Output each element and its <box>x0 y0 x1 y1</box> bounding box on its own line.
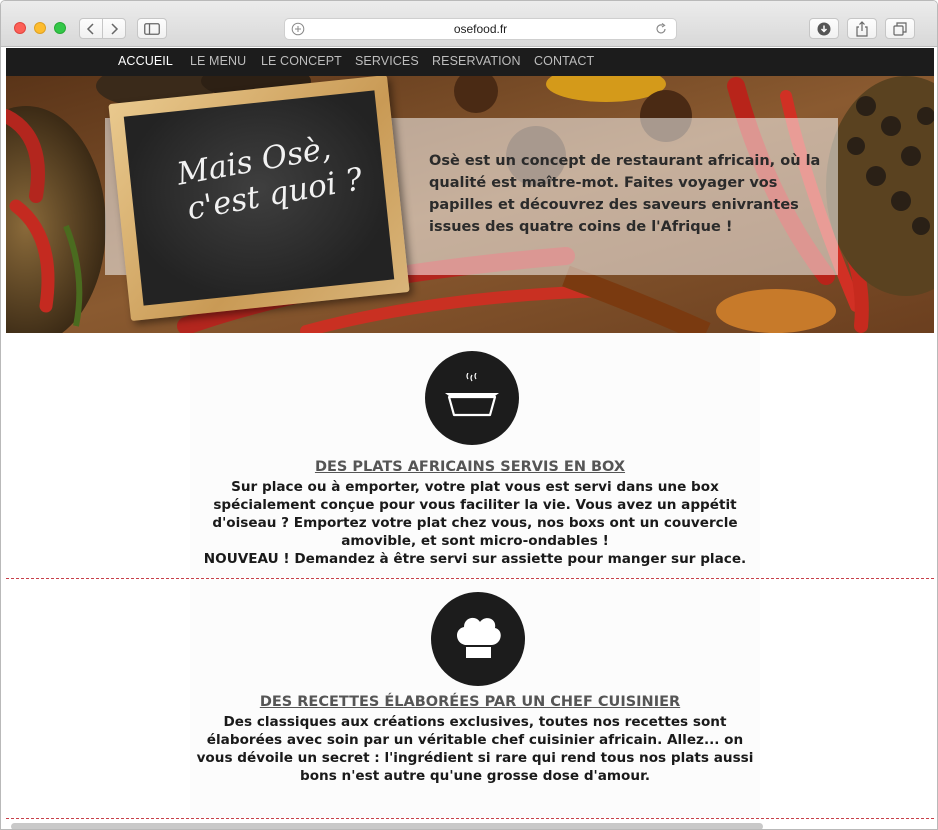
address-bar[interactable]: osefood.fr <box>284 18 677 40</box>
chef-hat-icon <box>431 592 525 686</box>
horizontal-scrollbar[interactable] <box>11 823 763 829</box>
back-button[interactable] <box>79 18 103 39</box>
nav-item-accueil[interactable]: ACCUEIL <box>118 54 173 68</box>
section-note: NOUVEAU ! Demandez à être servi sur assi… <box>203 551 747 567</box>
reload-icon[interactable] <box>654 22 668 36</box>
sidebar-toggle-button[interactable] <box>137 18 167 39</box>
browser-window: osefood.fr ACCUEIL LE MENU LE CONCEPT SE… <box>0 0 938 830</box>
minimize-window-button[interactable] <box>34 22 46 34</box>
nav-item-services[interactable]: SERVICES <box>355 54 419 68</box>
chalkboard-image: Mais Osè, c'est quoi ? <box>108 76 410 322</box>
feature-section-box: DES PLATS AFRICAINS SERVIS EN BOX Sur pl… <box>6 333 934 579</box>
share-button[interactable] <box>847 18 877 39</box>
downloads-button[interactable] <box>809 18 839 39</box>
section-body: Sur place ou à emporter, votre plat vous… <box>190 478 760 568</box>
section-body: Des classiques aux créations exclusives,… <box>190 713 760 785</box>
hero-description: Osè est un concept de restaurant africai… <box>429 153 821 235</box>
browser-toolbar: osefood.fr <box>1 1 937 47</box>
section-paragraph: Des classiques aux créations exclusives,… <box>196 714 754 784</box>
nav-item-contact[interactable]: CONTACT <box>534 54 594 68</box>
show-tabs-button[interactable] <box>885 18 915 39</box>
hero-banner: Mais Osè, c'est quoi ? Osè est un concep… <box>6 76 934 333</box>
sidebar-icon <box>144 22 160 35</box>
nav-item-reservation[interactable]: RESERVATION <box>432 54 521 68</box>
url-text: osefood.fr <box>453 22 508 36</box>
forward-button[interactable] <box>102 18 126 39</box>
share-icon <box>856 20 868 37</box>
site-navigation: ACCUEIL LE MENU LE CONCEPT SERVICES RESE… <box>6 48 934 76</box>
section-title: DES RECETTES ÉLABORÉES PAR UN CHEF CUISI… <box>259 694 681 710</box>
nav-item-le-concept[interactable]: LE CONCEPT <box>261 54 342 68</box>
nav-item-le-menu[interactable]: LE MENU <box>190 54 246 68</box>
tabs-overview-icon <box>893 21 907 36</box>
zoom-window-button[interactable] <box>54 22 66 34</box>
close-window-button[interactable] <box>14 22 26 34</box>
chevron-right-icon <box>111 22 119 35</box>
section-title: DES PLATS AFRICAINS SERVIS EN BOX <box>314 459 626 475</box>
feature-section-chef: DES RECETTES ÉLABORÉES PAR UN CHEF CUISI… <box>6 579 934 819</box>
chevron-left-icon <box>86 22 94 35</box>
download-icon <box>817 22 831 35</box>
section-paragraph: Sur place ou à emporter, votre plat vous… <box>212 479 738 549</box>
food-box-icon <box>425 351 519 445</box>
